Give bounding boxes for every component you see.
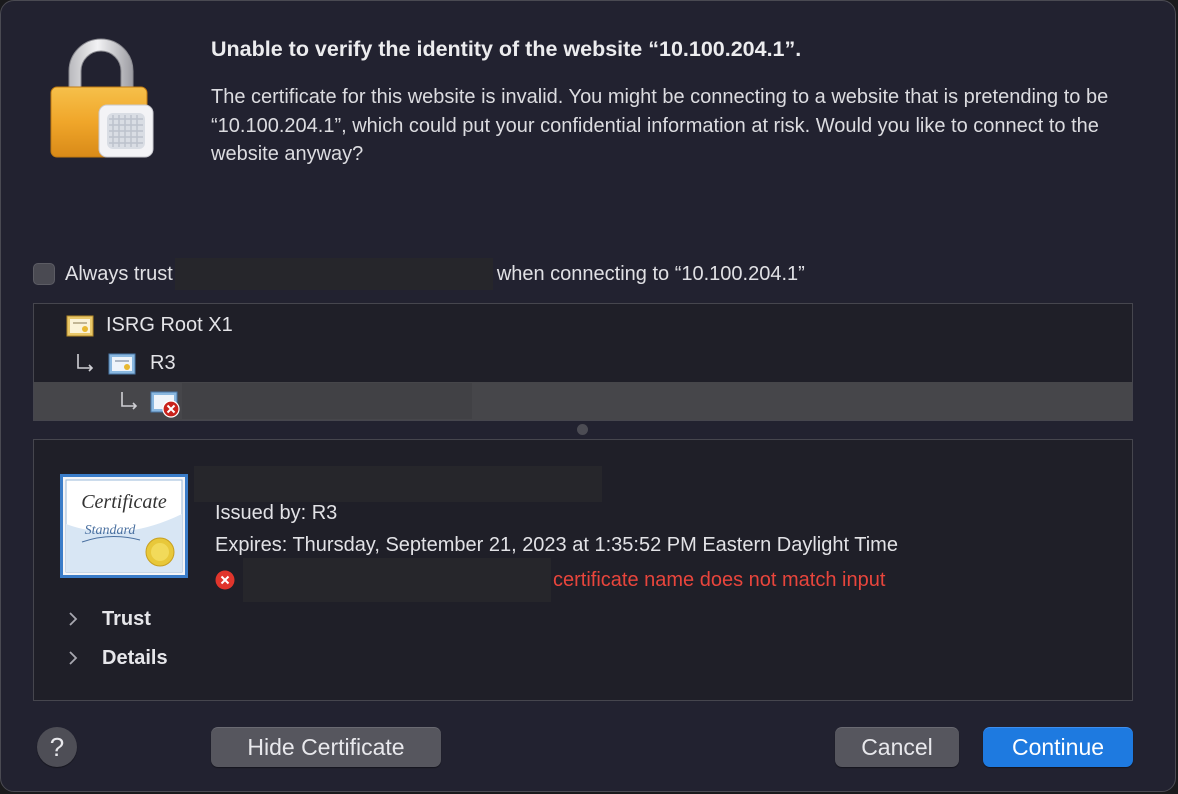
certificate-detail-panel: Certificate Standard Issued by: R3 Expir… bbox=[33, 439, 1133, 701]
always-trust-checkbox[interactable] bbox=[33, 263, 55, 285]
dialog-title: Unable to verify the identity of the web… bbox=[211, 37, 802, 61]
redacted-certificate-title bbox=[194, 466, 602, 502]
certificate-error-row: certificate name does not match input bbox=[215, 558, 886, 602]
continue-button[interactable]: Continue bbox=[983, 727, 1133, 767]
dialog-message: The certificate for this website is inva… bbox=[211, 86, 1109, 165]
redacted-error-subject bbox=[243, 558, 551, 602]
always-trust-row: Always trust when connecting to “10.100.… bbox=[33, 258, 805, 290]
svg-text:Certificate: Certificate bbox=[81, 491, 167, 513]
lock-icon bbox=[50, 38, 154, 158]
branch-arrow-icon bbox=[77, 354, 94, 372]
chain-item-root[interactable]: ISRG Root X1 bbox=[34, 306, 1132, 344]
certificate-standard-icon: Certificate Standard bbox=[60, 474, 188, 578]
chevron-right-icon bbox=[69, 612, 78, 626]
redacted-leaf-name bbox=[182, 383, 472, 419]
certificate-chain-list[interactable]: ISRG Root X1 R3 bbox=[33, 303, 1133, 421]
certificate-error-text: certificate name does not match input bbox=[553, 568, 886, 591]
certificate-icon bbox=[66, 315, 94, 337]
certificate-icon bbox=[108, 353, 136, 375]
hide-certificate-button[interactable]: Hide Certificate bbox=[211, 727, 441, 767]
invalid-certificate-icon bbox=[150, 391, 180, 418]
split-view-handle[interactable] bbox=[577, 424, 588, 435]
always-trust-label-suffix: when connecting to “10.100.204.1” bbox=[496, 262, 805, 285]
trust-label: Trust bbox=[102, 607, 151, 630]
cancel-button[interactable]: Cancel bbox=[835, 727, 959, 767]
chevron-right-icon bbox=[69, 651, 78, 665]
chain-item-label: ISRG Root X1 bbox=[106, 313, 233, 336]
trust-disclosure[interactable]: Trust bbox=[64, 604, 151, 634]
error-icon bbox=[215, 570, 235, 590]
details-disclosure[interactable]: Details bbox=[64, 643, 168, 673]
help-button[interactable]: ? bbox=[37, 727, 77, 767]
always-trust-label-prefix: Always trust bbox=[65, 262, 173, 285]
redacted-certificate-name bbox=[174, 258, 493, 290]
chain-item-intermediate[interactable]: R3 bbox=[34, 344, 1132, 382]
branch-arrow-icon bbox=[121, 392, 138, 410]
expires-text: Expires: Thursday, September 21, 2023 at… bbox=[215, 534, 898, 556]
issued-by-text: Issued by: R3 bbox=[215, 502, 338, 524]
chain-item-leaf[interactable] bbox=[34, 382, 1132, 420]
details-label: Details bbox=[102, 646, 168, 669]
chain-item-label: R3 bbox=[150, 351, 176, 374]
svg-text:Standard: Standard bbox=[85, 523, 137, 538]
certificate-warning-dialog: Unable to verify the identity of the web… bbox=[0, 0, 1176, 792]
